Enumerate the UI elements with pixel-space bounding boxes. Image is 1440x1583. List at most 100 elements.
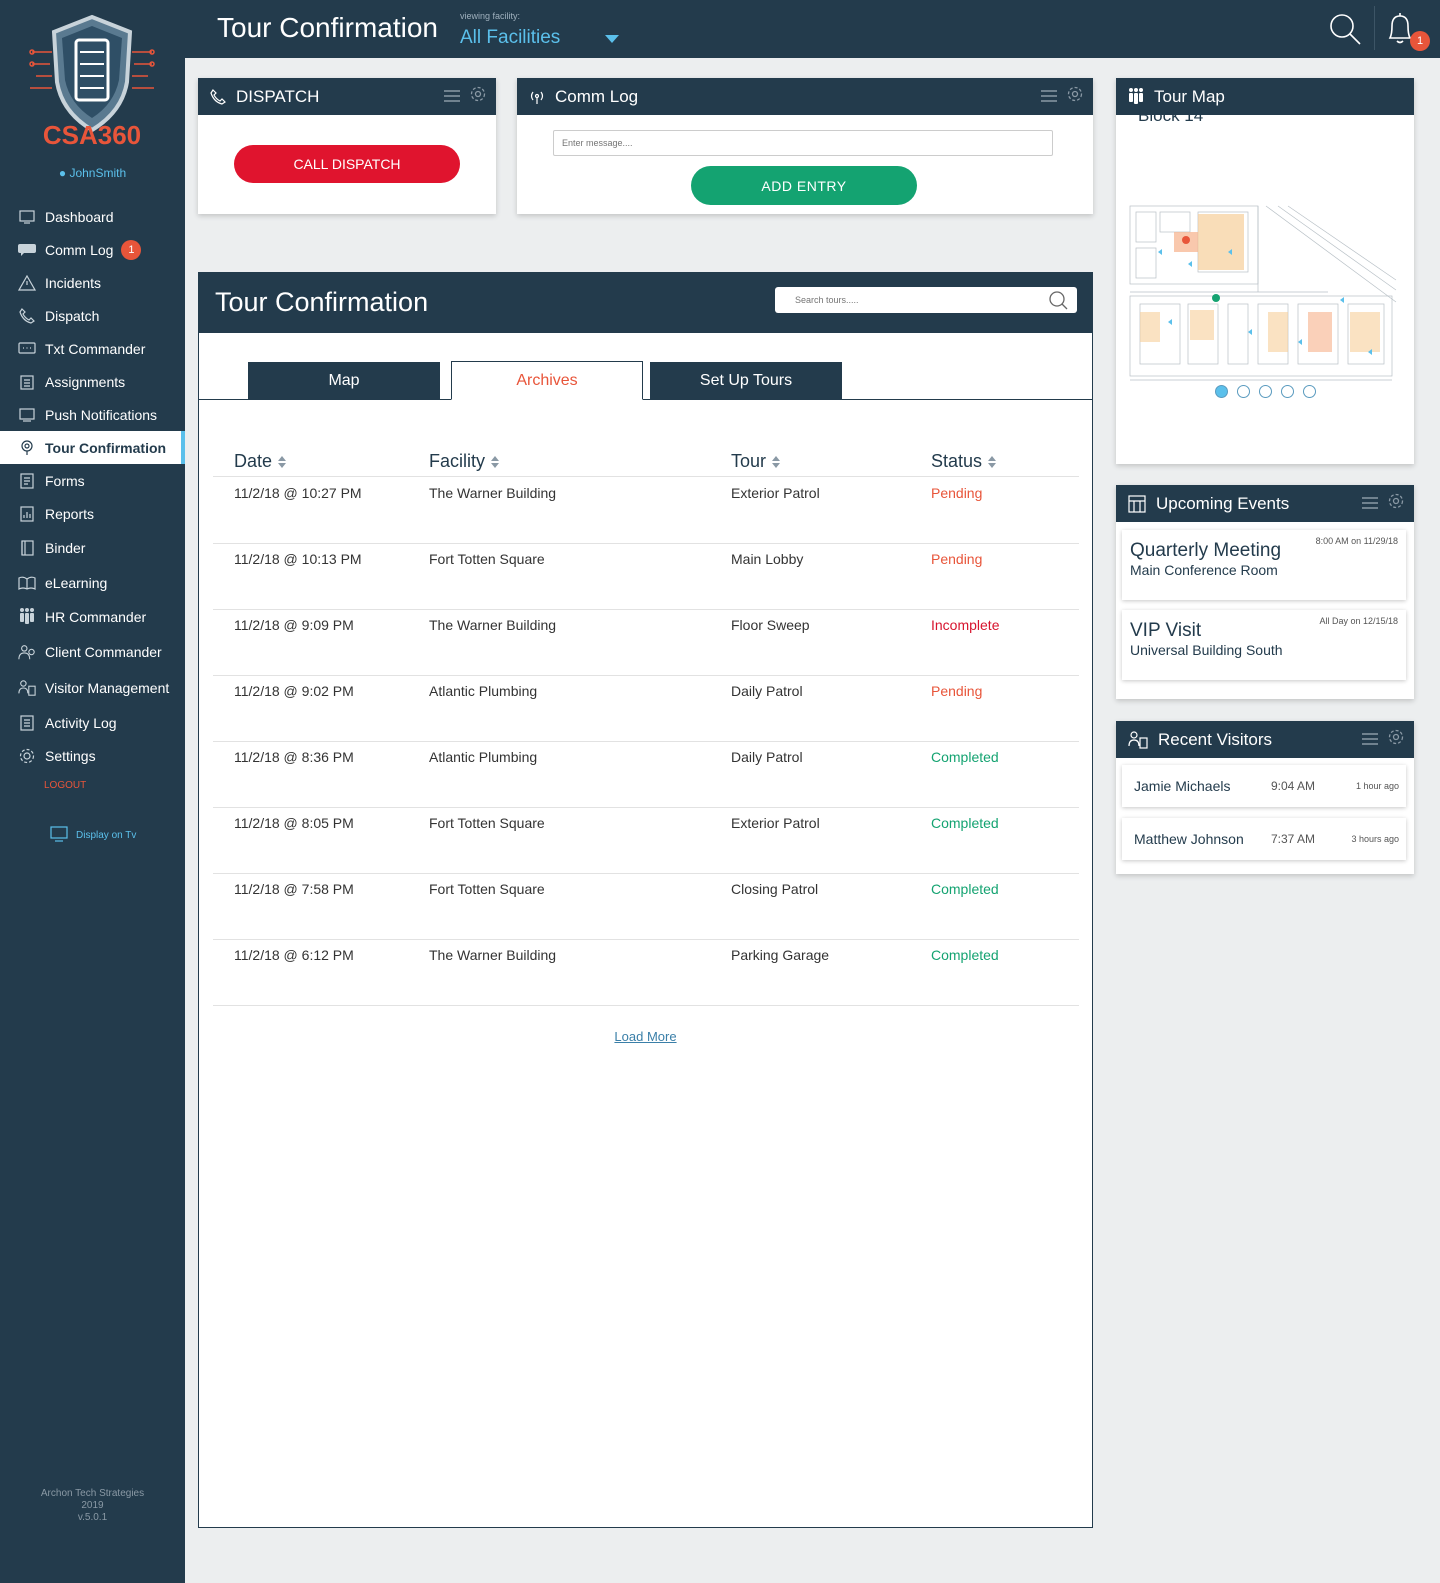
call-dispatch-button[interactable]: CALL DISPATCH <box>234 145 460 183</box>
sort-icon[interactable] <box>988 455 997 468</box>
cell-date: 11/2/18 @ 10:13 PM <box>234 551 362 567</box>
menu-icon[interactable] <box>1041 87 1057 107</box>
event-item[interactable]: Quarterly Meeting Main Conference Room 8… <box>1122 530 1406 600</box>
facility-select[interactable]: All Facilities <box>460 27 560 49</box>
sidebar-item-comm-log[interactable]: Comm Log 1 <box>0 233 185 266</box>
column-facility[interactable]: Facility <box>429 451 500 472</box>
sidebar-item-dispatch[interactable]: Dispatch <box>0 299 185 332</box>
dashboard-icon <box>18 208 36 226</box>
location-pin-icon <box>18 439 36 457</box>
event-item[interactable]: VIP Visit Universal Building South All D… <box>1122 610 1406 680</box>
facility-label: viewing facility: <box>460 11 521 21</box>
cell-facility: The Warner Building <box>429 617 557 633</box>
menu-icon[interactable] <box>1362 730 1378 750</box>
sidebar-item-label: Dispatch <box>45 307 100 324</box>
column-tour-label: Tour <box>731 451 767 471</box>
recent-visitors-header: Recent Visitors <box>1116 721 1414 758</box>
cell-facility: Atlantic Plumbing <box>429 683 538 699</box>
table-row[interactable]: 11/2/18 @ 7:58 PM Fort Totten Square Clo… <box>213 874 1079 940</box>
visitor-icon <box>1128 730 1148 749</box>
sidebar-item-assignments[interactable]: Assignments <box>0 365 185 398</box>
menu-icon[interactable] <box>444 87 460 107</box>
gear-icon[interactable] <box>1388 493 1404 514</box>
column-facility-label: Facility <box>429 451 486 471</box>
dispatch-title: DISPATCH <box>236 86 320 106</box>
cell-status: Pending <box>931 551 983 567</box>
column-status-label: Status <box>931 451 983 471</box>
search-tours-input[interactable] <box>775 287 1077 313</box>
user-name[interactable]: ● JohnSmith <box>0 166 185 180</box>
load-more-link[interactable]: Load More <box>199 1029 1092 1044</box>
cell-facility: Fort Totten Square <box>429 881 545 897</box>
sidebar-item-elearning[interactable]: eLearning <box>0 566 185 599</box>
client-icon <box>18 643 36 661</box>
table-row[interactable]: 11/2/18 @ 8:05 PM Fort Totten Square Ext… <box>213 808 1079 874</box>
comm-log-badge: 1 <box>121 239 142 260</box>
sidebar-item-incidents[interactable]: Incidents <box>0 266 185 299</box>
search-icon[interactable] <box>1328 12 1362 51</box>
page-dot[interactable] <box>1215 385 1228 398</box>
radio-icon <box>529 89 545 105</box>
table-row[interactable]: 11/2/18 @ 9:02 PM Atlantic Plumbing Dail… <box>213 676 1079 742</box>
upcoming-events-header: Upcoming Events <box>1116 485 1414 522</box>
page-dot[interactable] <box>1237 385 1250 398</box>
sidebar-item-tour-confirmation[interactable]: Tour Confirmation <box>0 431 185 464</box>
visitor-item[interactable]: Jamie Michaels 9:04 AM 1 hour ago <box>1122 765 1406 807</box>
sidebar-item-label: Tour Confirmation <box>45 439 167 456</box>
add-entry-button[interactable]: ADD ENTRY <box>691 166 917 205</box>
brand-logo[interactable]: CSA360 <box>22 12 162 152</box>
top-bar: Tour Confirmation viewing facility: All … <box>185 0 1440 58</box>
sidebar-item-dashboard[interactable]: Dashboard <box>0 200 185 233</box>
cell-facility: Fort Totten Square <box>429 551 545 567</box>
dispatch-header: DISPATCH <box>198 78 496 115</box>
column-tour[interactable]: Tour <box>731 451 781 472</box>
message-input[interactable] <box>553 130 1053 156</box>
floor-plan-map[interactable] <box>1128 192 1402 392</box>
display-on-tv-label: Display on Tv <box>76 830 137 841</box>
tab-archives[interactable]: Archives <box>451 361 643 400</box>
visitor-ago: 3 hours ago <box>1351 834 1399 844</box>
table-row[interactable]: 11/2/18 @ 9:09 PM The Warner Building Fl… <box>213 610 1079 676</box>
tab-set-up-tours[interactable]: Set Up Tours <box>650 362 842 400</box>
search-icon[interactable] <box>1048 290 1068 315</box>
cell-status: Completed <box>931 947 999 963</box>
dispatch-card: DISPATCH CALL DISPATCH <box>198 78 496 214</box>
event-location: Main Conference Room <box>1130 562 1278 578</box>
table-row[interactable]: 11/2/18 @ 10:13 PM Fort Totten Square Ma… <box>213 544 1079 610</box>
page-dot[interactable] <box>1259 385 1272 398</box>
sidebar-item-txt-commander[interactable]: Txt Commander <box>0 332 185 365</box>
table-row[interactable]: 11/2/18 @ 8:36 PM Atlantic Plumbing Dail… <box>213 742 1079 808</box>
sidebar-item-binder[interactable]: Binder <box>0 530 185 566</box>
sidebar-item-activity-log[interactable]: Activity Log <box>0 706 185 739</box>
column-date[interactable]: Date <box>234 451 287 472</box>
page-dot[interactable] <box>1281 385 1294 398</box>
column-status[interactable]: Status <box>931 451 997 472</box>
gear-icon[interactable] <box>470 86 486 107</box>
menu-icon[interactable] <box>1362 494 1378 514</box>
gear-icon[interactable] <box>1388 729 1404 750</box>
page-dot[interactable] <box>1303 385 1316 398</box>
sidebar-item-client-commander[interactable]: Client Commander <box>0 634 185 670</box>
display-on-tv-link[interactable]: Display on Tv <box>50 826 136 845</box>
message-icon <box>18 340 36 358</box>
gear-icon[interactable] <box>1067 86 1083 107</box>
event-time: All Day on 12/15/18 <box>1319 616 1398 626</box>
chevron-down-icon[interactable] <box>605 35 619 43</box>
visitor-item[interactable]: Matthew Johnson 7:37 AM 3 hours ago <box>1122 818 1406 860</box>
sidebar-item-reports[interactable]: Reports <box>0 497 185 530</box>
sidebar-item-hr-commander[interactable]: HR Commander <box>0 599 185 634</box>
sidebar-item-visitor-management[interactable]: Visitor Management <box>0 670 185 706</box>
sort-icon[interactable] <box>491 455 500 468</box>
sidebar-item-forms[interactable]: Forms <box>0 464 185 497</box>
cell-status: Incomplete <box>931 617 1000 633</box>
tab-map[interactable]: Map <box>248 362 440 400</box>
table-row[interactable]: 11/2/18 @ 10:27 PM The Warner Building E… <box>213 478 1079 544</box>
logout-link[interactable]: LOGOUT <box>44 780 86 791</box>
sidebar-item-label: HR Commander <box>45 608 147 625</box>
sidebar-item-settings[interactable]: Settings <box>0 739 185 772</box>
sort-icon[interactable] <box>278 455 287 468</box>
cell-status: Completed <box>931 749 999 765</box>
sort-icon[interactable] <box>772 455 781 468</box>
sidebar-item-push-notifications[interactable]: Push Notifications <box>0 398 185 431</box>
table-row[interactable]: 11/2/18 @ 6:12 PM The Warner Building Pa… <box>213 940 1079 1006</box>
